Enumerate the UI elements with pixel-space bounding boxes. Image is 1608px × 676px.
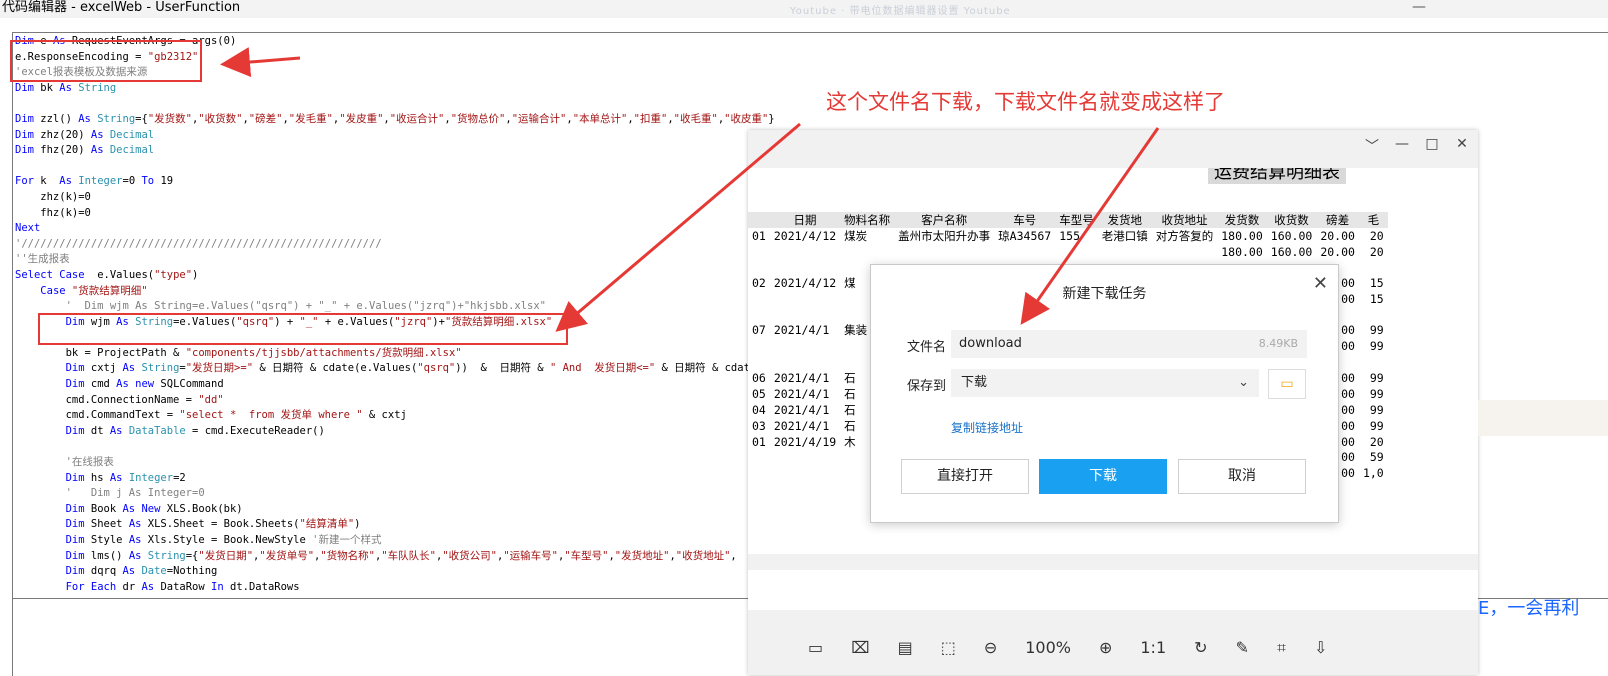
annotation-arrows (220, 47, 1160, 332)
arrow-to-filename-line (555, 122, 801, 332)
arrow-to-encoding (220, 47, 301, 78)
arrow-to-download-name (1020, 127, 1160, 325)
